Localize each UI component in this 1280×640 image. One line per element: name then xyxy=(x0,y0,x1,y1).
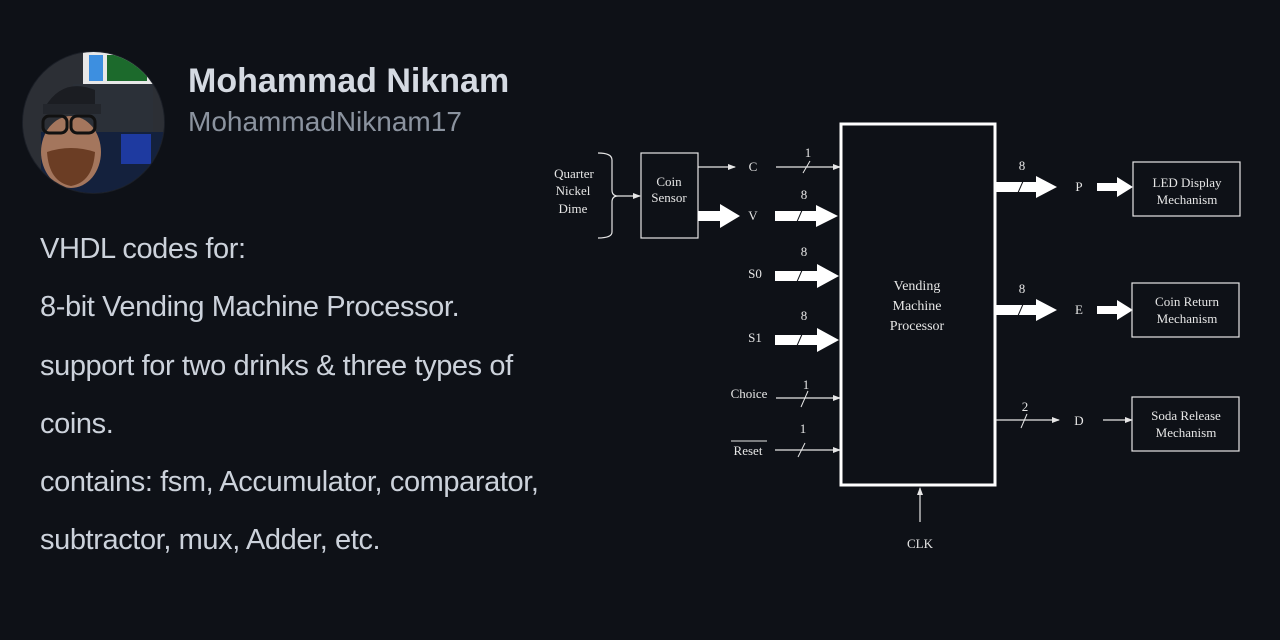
processor-label: Machine xyxy=(893,299,942,314)
signal-c-width: 1 xyxy=(805,145,812,160)
coin-label-dime: Dime xyxy=(559,201,588,216)
processor-label: Processor xyxy=(890,319,945,334)
output-p-bus-arrow xyxy=(996,176,1057,198)
output-d-width: 2 xyxy=(1022,399,1029,414)
signal-v-label: V xyxy=(748,208,758,223)
signal-v-bus-arrow xyxy=(698,204,740,228)
signal-reset-label: Reset xyxy=(734,443,763,458)
signal-s1-width: 8 xyxy=(801,308,808,323)
signal-v-bus-arrow xyxy=(775,205,838,227)
signal-s0-width: 8 xyxy=(801,244,808,259)
soda-release-label: Soda Release xyxy=(1151,408,1221,423)
output-p-bus-arrow xyxy=(1097,177,1133,197)
signal-s0-label: S0 xyxy=(748,266,762,281)
output-e-label: E xyxy=(1075,302,1083,317)
coin-sensor-label: Sensor xyxy=(651,190,687,205)
coin-label-quarter: Quarter xyxy=(554,166,594,181)
brace xyxy=(597,152,619,239)
bus-width-slash xyxy=(800,390,809,408)
processor-label: Vending xyxy=(894,279,941,294)
signal-c-label: C xyxy=(749,159,758,174)
output-d-label: D xyxy=(1074,413,1083,428)
output-e-bus-arrow xyxy=(1097,300,1133,320)
signal-v-width: 8 xyxy=(801,187,808,202)
coin-sensor-label: Coin xyxy=(656,174,682,189)
signal-s1-bus-arrow xyxy=(775,328,839,352)
coin-return-label: Coin Return xyxy=(1155,294,1219,309)
led-display-label: Mechanism xyxy=(1157,192,1218,207)
output-p-width: 8 xyxy=(1019,158,1026,173)
bus-width-slash xyxy=(1020,413,1028,429)
signal-s0-bus-arrow xyxy=(775,264,839,288)
soda-release-mechanism-block xyxy=(1131,396,1240,452)
output-e-width: 8 xyxy=(1019,281,1026,296)
soda-release-label: Mechanism xyxy=(1156,425,1217,440)
coin-label-nickel: Nickel xyxy=(556,183,591,198)
signal-reset-width: 1 xyxy=(800,421,807,436)
output-p-label: P xyxy=(1075,179,1082,194)
coin-return-mechanism-block xyxy=(1131,282,1240,338)
output-e-bus-arrow xyxy=(996,299,1057,321)
block-diagram: Quarter Nickel Dime Coin Sensor C 1 V 8 … xyxy=(554,122,1241,551)
clock-label: CLK xyxy=(907,536,934,551)
coin-return-label: Mechanism xyxy=(1157,311,1218,326)
signal-choice-label: Choice xyxy=(731,386,768,401)
signal-s1-label: S1 xyxy=(748,330,762,345)
led-display-label: LED Display xyxy=(1153,175,1222,190)
signal-choice-width: 1 xyxy=(803,377,810,392)
